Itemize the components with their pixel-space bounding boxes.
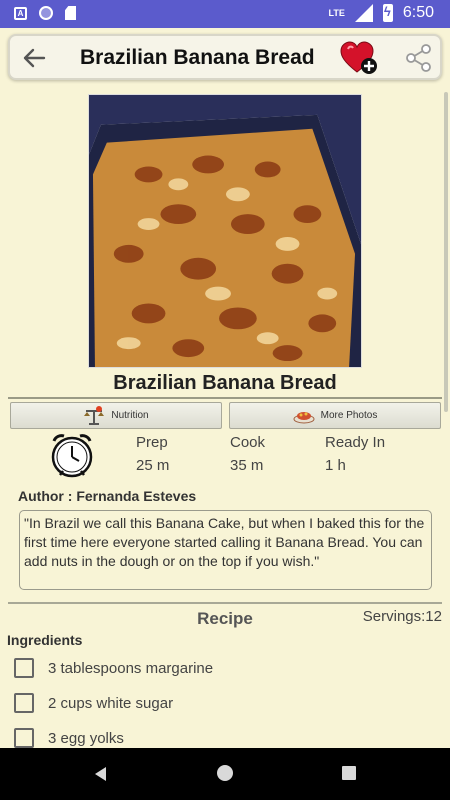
ingredient-checkbox[interactable] [14,693,34,713]
sd-card-icon [65,6,76,20]
ready-in-time: Ready In 1 h [325,434,385,474]
ingredient-text: 2 cups white sugar [48,694,174,712]
cook-time: Cook 35 m [230,434,265,474]
back-arrow-icon[interactable] [20,44,48,72]
ingredient-checkbox[interactable] [14,728,34,748]
recipe-photo[interactable] [88,94,362,368]
prep-value: 25 m [136,457,170,474]
scrollbar[interactable] [444,92,448,412]
status-time: 6:50 [402,4,434,21]
servings: Servings:12 [362,608,442,625]
cook-value: 35 m [230,457,264,474]
divider [8,397,442,399]
battery-charging-icon [382,4,393,22]
add-favorite-heart-icon[interactable] [340,41,378,75]
photos-dish-icon [293,411,315,423]
nutrition-label: Nutrition [111,410,149,421]
share-icon[interactable] [404,43,434,73]
ingredient-item: 3 tablespoons margarine [14,657,213,679]
ready-in-value: 1 h [325,457,346,474]
ingredient-checkbox[interactable] [14,658,34,678]
sync-circle-icon [39,6,53,20]
ingredients-heading: Ingredients [7,632,83,648]
signal-icon [354,4,373,22]
ingredient-text: 3 tablespoons margarine [48,659,214,677]
more-photos-label: More Photos [320,410,378,421]
recipe-description: "In Brazil we call this Banana Cake, but… [19,510,432,590]
recipe-title: Brazilian Banana Bread [113,372,337,394]
alarm-clock-icon [51,434,93,478]
ingredient-item: 3 egg yolks [14,727,124,749]
cook-label: Cook [230,434,266,451]
nutrition-scale-icon [84,405,105,425]
toolbar-title: Brazilian Banana Bread [80,46,315,69]
ingredient-item: 2 cups white sugar [14,692,173,714]
nav-back-icon[interactable] [92,765,110,783]
divider [8,602,442,604]
more-photos-button[interactable]: More Photos [229,402,441,429]
nav-recent-apps-icon[interactable] [342,766,356,780]
prep-time: Prep 25 m [136,434,169,474]
ingredient-text: 3 egg yolks [48,729,124,747]
recipe-author: Author : Fernanda Esteves [18,488,197,504]
nutrition-button[interactable]: Nutrition [10,402,222,429]
nav-home-icon[interactable] [217,765,233,781]
app-toolbar: Brazilian Banana Bread [8,34,442,80]
status-bar: A LTE 6:50 [0,0,450,28]
ready-in-label: Ready In [325,434,386,451]
prep-label: Prep [136,434,168,451]
system-nav-bar [0,748,450,800]
network-type: LTE [328,8,345,18]
notification-a-icon: A [14,6,27,20]
